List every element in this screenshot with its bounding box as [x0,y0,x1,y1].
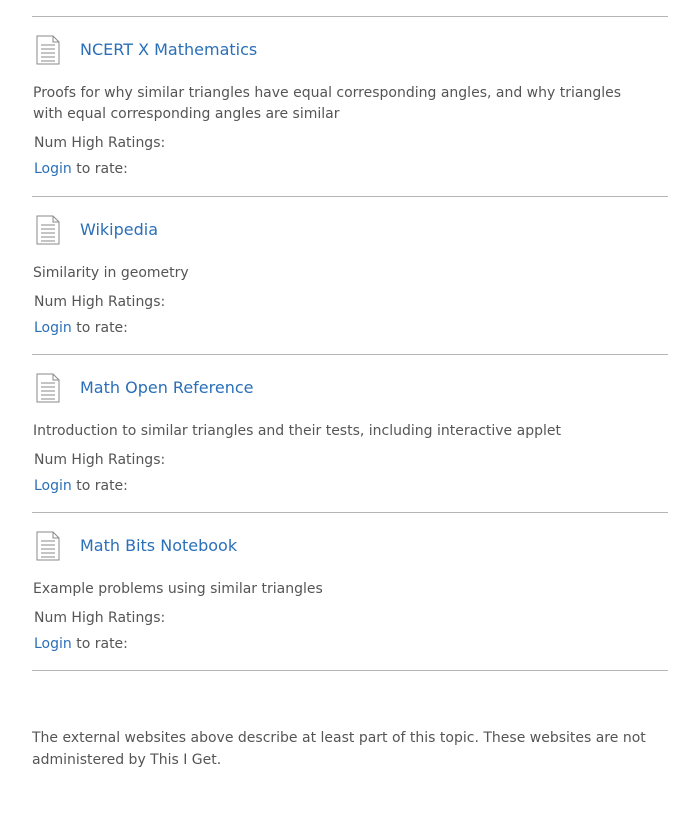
resource-title-row: Math Bits Notebook [32,529,668,563]
resource-description: Example problems using similar triangles [33,581,323,597]
resource-title-row: Wikipedia [32,213,668,247]
resource-description: Introduction to similar triangles and th… [33,423,561,439]
resource-title-link[interactable]: Math Open Reference [80,378,254,398]
resource-title-link[interactable]: Wikipedia [80,220,158,240]
document-icon [36,35,60,65]
rate-suffix: to rate: [71,161,128,177]
num-high-ratings-label: Num High Ratings: [34,610,166,626]
login-link[interactable]: Login [34,320,72,336]
resource-item: Wikipedia Similarity in geometry Num Hig… [32,197,668,355]
document-icon [36,531,60,561]
rate-suffix: to rate: [71,320,128,336]
login-link[interactable]: Login [34,478,72,494]
resource-item: Math Bits Notebook Example problems usin… [32,513,668,671]
resource-title-link[interactable]: NCERT X Mathematics [80,40,257,60]
login-link[interactable]: Login [34,161,72,177]
resource-description: Proofs for why similar triangles have eq… [33,85,621,122]
resource-item: Math Open Reference Introduction to simi… [32,355,668,513]
rate-row: Login to rate: [34,634,668,654]
rate-row: Login to rate: [34,159,668,179]
resource-list: NCERT X Mathematics Proofs for why simil… [32,16,668,671]
num-high-ratings-label: Num High Ratings: [34,135,166,151]
document-icon [36,215,60,245]
num-high-ratings-label: Num High Ratings: [34,452,166,468]
rate-row: Login to rate: [34,318,668,338]
document-icon [36,373,60,403]
external-sites-disclaimer: The external websites above describe at … [32,730,646,768]
resource-description: Similarity in geometry [33,265,189,281]
num-high-ratings-label: Num High Ratings: [34,294,166,310]
resource-title-row: Math Open Reference [32,371,668,405]
login-link[interactable]: Login [34,636,72,652]
rate-suffix: to rate: [71,478,128,494]
resource-item: NCERT X Mathematics Proofs for why simil… [32,17,668,197]
resource-title-row: NCERT X Mathematics [32,33,668,67]
rate-suffix: to rate: [71,636,128,652]
rate-row: Login to rate: [34,476,668,496]
resource-title-link[interactable]: Math Bits Notebook [80,536,237,556]
